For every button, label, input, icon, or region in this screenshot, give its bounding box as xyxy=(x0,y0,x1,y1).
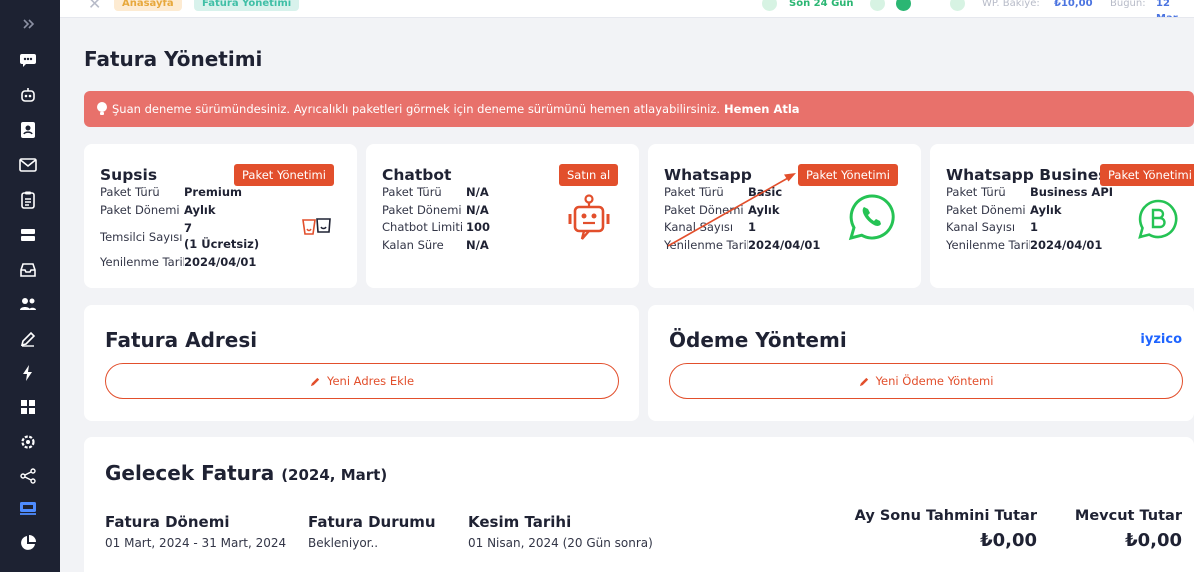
page-title: Fatura Yönetimi xyxy=(84,47,263,71)
package-row: Paket Dönemi Aylık xyxy=(946,203,1062,217)
whatsapp-manage-button[interactable]: Paket Yönetimi xyxy=(798,164,898,186)
pencil-icon xyxy=(310,377,320,386)
add-payment-method-button[interactable]: Yeni Ödeme Yöntemi xyxy=(669,363,1183,399)
ticket-icon[interactable] xyxy=(17,225,39,245)
timer-icon xyxy=(762,0,777,11)
billing-address-card: Fatura Adresi Yeni Adres Ekle xyxy=(84,305,639,421)
add-address-label: Yeni Adres Ekle xyxy=(326,374,415,388)
iyzico-logo: iyzico xyxy=(1140,332,1182,347)
package-row: Paket Dönemi Aylık xyxy=(100,203,216,217)
supsis-manage-button[interactable]: Paket Yönetimi xyxy=(234,164,334,186)
package-row: Chatbot Limiti 100 xyxy=(382,220,491,234)
invoice-period-column: Fatura Dönemi 01 Mart, 2024 - 31 Mart, 2… xyxy=(105,513,287,550)
chatbot-buy-button[interactable]: Satın al xyxy=(559,164,619,186)
package-title: Whatsapp xyxy=(664,166,752,184)
package-title: Whatsapp Business xyxy=(946,166,1117,184)
clipboard-icon[interactable] xyxy=(17,190,39,210)
package-row: Paket Türü Business API xyxy=(946,185,1114,199)
whatsapp-business-package-card: Whatsapp Business Paket Yönetimi Paket T… xyxy=(930,144,1194,288)
invoice-status-column: Fatura Durumu Bekleniyor.. xyxy=(308,513,436,550)
package-row: Paket Türü Basic xyxy=(664,185,783,199)
next-invoice-title: Gelecek Fatura (2024, Mart) xyxy=(105,461,388,485)
payment-method-title: Ödeme Yöntemi xyxy=(669,328,847,352)
whatsapp-package-card: Whatsapp Paket Yönetimi Paket Türü Basic … xyxy=(648,144,921,288)
supsis-logo-icon xyxy=(302,218,331,235)
dashboard-grid-icon[interactable] xyxy=(17,397,39,417)
last-24h-label[interactable]: Son 24 Gün xyxy=(789,0,854,11)
package-row: Kanal Sayısı 1 xyxy=(946,220,1039,234)
package-row: Kanal Sayısı 1 xyxy=(664,220,757,234)
billing-address-title: Fatura Adresi xyxy=(105,328,258,352)
package-title: Chatbot xyxy=(382,166,452,184)
next-invoice-card: Gelecek Fatura (2024, Mart) Fatura Dönem… xyxy=(84,437,1194,572)
package-row: Temsilci Sayısı7 (1 Ücretsiz) xyxy=(100,221,260,251)
package-row: Yenilenme Tarihi2024/04/01 xyxy=(100,255,257,269)
team-icon[interactable] xyxy=(17,294,39,314)
package-row: Paket Türü Premium xyxy=(100,185,242,199)
alert-message: Şuan deneme sürümündesiniz. Ayrıcalıklı … xyxy=(112,102,721,116)
supsis-package-card: Supsis Paket Yönetimi Paket Türü Premium … xyxy=(84,144,357,288)
lightbulb-icon xyxy=(97,102,107,115)
settings-gear-icon[interactable] xyxy=(17,432,39,452)
package-row: Yenilenme Tarihi2024/04/01 xyxy=(664,238,821,252)
inbox-icon[interactable] xyxy=(17,260,39,280)
invoice-cut-date-column: Kesim Tarihi 01 Nisan, 2024 (20 Gün sonr… xyxy=(468,513,653,550)
robot-icon[interactable] xyxy=(17,85,39,105)
whatsapp-business-logo-icon xyxy=(1138,199,1178,239)
payment-method-card: Ödeme Yöntemi iyzico Yeni Ödeme Yöntemi xyxy=(648,305,1194,421)
today-label: Bugün: xyxy=(1110,0,1146,9)
invoice-period-tag: (2024, Mart) xyxy=(281,466,388,484)
estimated-total: Ay Sonu Tahmini Tutar ₺0,00 xyxy=(854,508,1037,551)
expand-chevron-icon[interactable] xyxy=(17,14,39,34)
sidebar xyxy=(0,0,60,572)
status-dot-icon[interactable] xyxy=(896,0,911,11)
wp-balance-value: ₺10,00 xyxy=(1054,0,1093,9)
edit-pen-icon[interactable] xyxy=(17,329,39,349)
today-value: 12 Mar xyxy=(1156,0,1178,17)
package-row: Paket Türü N/A xyxy=(382,185,489,199)
pie-chart-icon[interactable] xyxy=(17,533,39,553)
pencil-icon xyxy=(859,377,868,386)
package-row: Paket Dönemi Aylık xyxy=(664,203,780,217)
share-icon[interactable] xyxy=(17,466,39,486)
current-total: Mevcut Tutar ₺0,00 xyxy=(1074,508,1182,551)
chat-icon[interactable] xyxy=(17,50,39,70)
package-row: Paket Dönemi N/A xyxy=(382,203,489,217)
whatsapp-logo-icon xyxy=(848,194,895,241)
close-icon[interactable]: ✕ xyxy=(88,0,101,13)
add-payment-method-label: Yeni Ödeme Yöntemi xyxy=(875,374,994,388)
mail-icon[interactable] xyxy=(17,155,39,175)
wallet-icon xyxy=(950,0,965,11)
wifi-icon[interactable] xyxy=(870,0,885,11)
skip-trial-link[interactable]: Hemen Atla xyxy=(724,102,800,116)
chatbot-package-card: Chatbot Satın al Paket Türü N/A Paket Dön… xyxy=(366,144,639,288)
chatbot-robot-icon xyxy=(568,194,610,240)
lightning-icon[interactable] xyxy=(17,363,39,383)
contact-card-icon[interactable] xyxy=(17,120,39,140)
breadcrumb-home[interactable]: Anasayfa xyxy=(114,0,182,11)
package-row: Yenilenme Tarihi2024/04/01 xyxy=(946,238,1103,252)
breadcrumb-current[interactable]: Fatura Yönetimi xyxy=(194,0,300,11)
whatsapp-business-manage-button[interactable]: Paket Yönetimi xyxy=(1100,164,1194,186)
add-address-button[interactable]: Yeni Adres Ekle xyxy=(105,363,619,399)
top-bar: ✕ Anasayfa Fatura Yönetimi Son 24 Gün WP… xyxy=(60,0,1194,18)
billing-icon[interactable] xyxy=(17,498,39,518)
package-title: Supsis xyxy=(100,166,158,184)
package-row: Kalan Süre N/A xyxy=(382,238,489,252)
wp-balance-label: WP. Bakiye: xyxy=(982,0,1040,9)
trial-alert: Şuan deneme sürümündesiniz. Ayrıcalıklı … xyxy=(84,91,1194,127)
